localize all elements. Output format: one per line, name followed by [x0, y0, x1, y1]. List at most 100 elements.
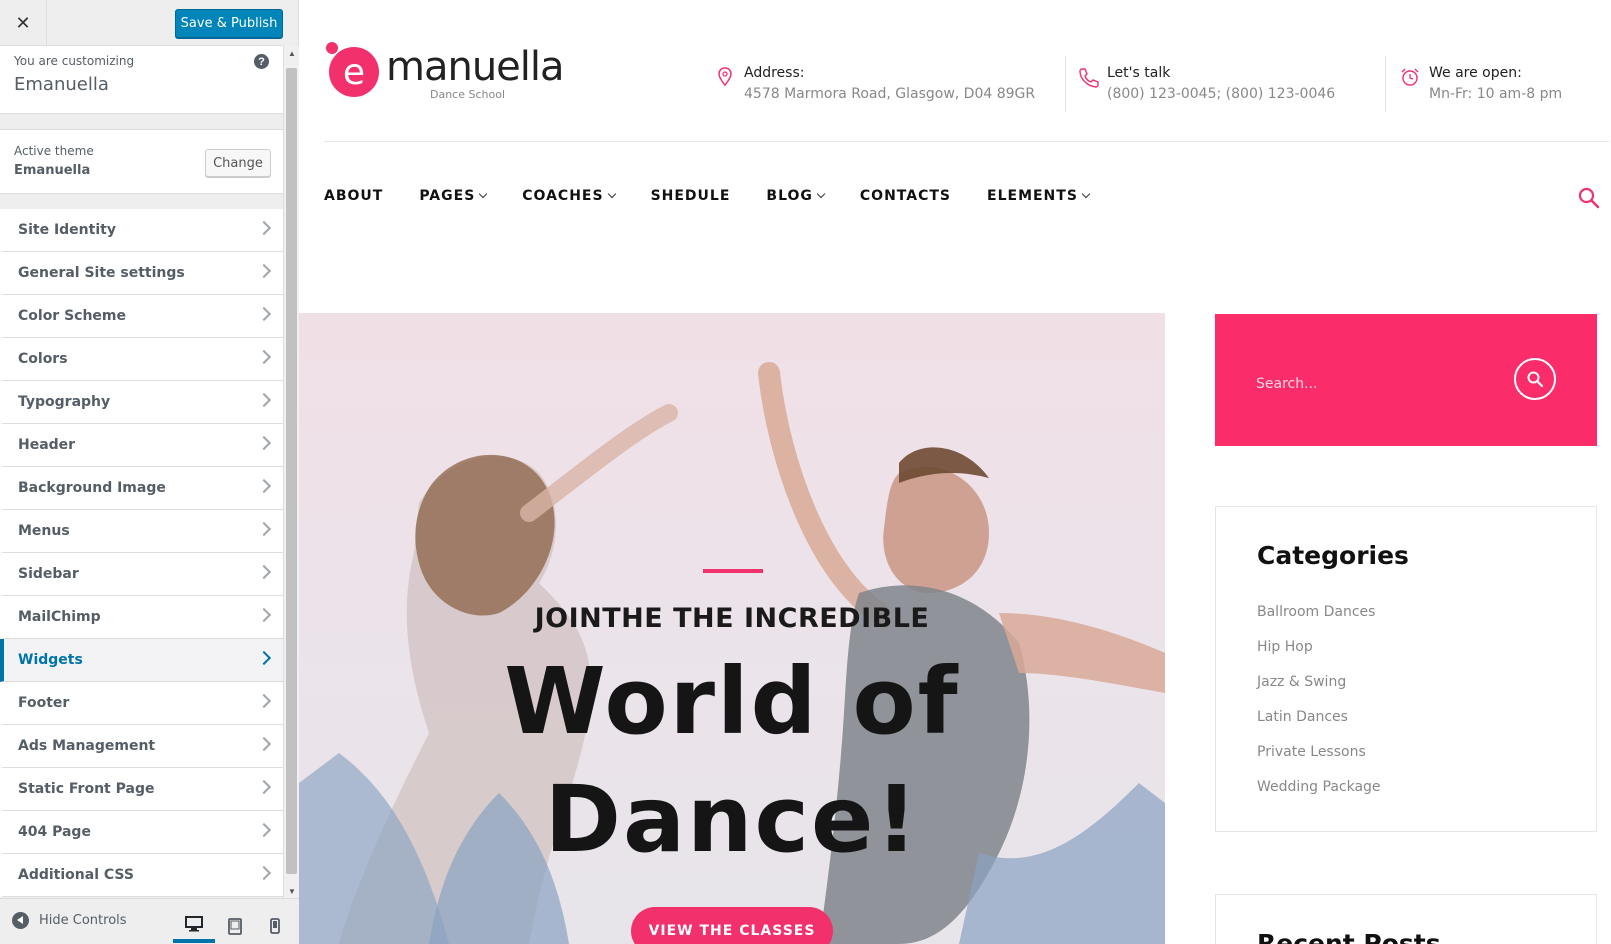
- panel-ads-management[interactable]: Ads Management: [0, 725, 283, 768]
- panel-footer[interactable]: Footer: [0, 682, 283, 725]
- chevron-right-icon: [256, 263, 272, 279]
- chevron-right-icon: [256, 521, 272, 537]
- category-link[interactable]: Ballroom Dances: [1257, 603, 1381, 638]
- customizer-panel-list: Site Identity General Site settings Colo…: [0, 209, 283, 897]
- panel-general-site-settings[interactable]: General Site settings: [0, 252, 283, 295]
- chevron-right-icon: [256, 779, 272, 795]
- logo-name: manuella: [386, 44, 565, 90]
- chevron-right-icon: [256, 392, 272, 408]
- scrollbar-thumb[interactable]: [286, 68, 297, 874]
- customizer-scrollbar[interactable]: ▲ ▼: [283, 46, 299, 898]
- scroll-down-arrow-icon[interactable]: ▼: [284, 884, 300, 898]
- category-link[interactable]: Private Lessons: [1257, 743, 1381, 778]
- chevron-right-icon: [256, 564, 272, 580]
- category-link[interactable]: Latin Dances: [1257, 708, 1381, 743]
- nav-item-about[interactable]: ABOUT: [324, 188, 383, 204]
- customizing-label: You are customizing: [14, 54, 135, 68]
- panel-mailchimp[interactable]: MailChimp: [0, 596, 283, 639]
- address-label: Address:: [744, 65, 805, 81]
- chevron-right-icon: [256, 650, 272, 666]
- phone-value: (800) 123-0045; (800) 123-0046: [1107, 86, 1336, 102]
- close-icon: ✕: [15, 12, 31, 34]
- customizer-sidebar: ✕ Save & Publish You are customizing Ema…: [0, 0, 299, 944]
- panel-widgets[interactable]: Widgets: [0, 639, 283, 682]
- chevron-right-icon: [256, 693, 272, 709]
- site-logo[interactable]: e manuella Dance School: [324, 40, 584, 110]
- mobile-icon: [270, 918, 280, 934]
- header-divider-line: [324, 141, 1609, 142]
- collapse-left-icon: [12, 912, 29, 929]
- change-theme-button[interactable]: Change: [205, 149, 271, 177]
- help-icon[interactable]: ?: [254, 54, 269, 69]
- header-divider: [1065, 56, 1066, 112]
- panel-colors[interactable]: Colors: [0, 338, 283, 381]
- chevron-right-icon: [256, 607, 272, 623]
- panel-typography[interactable]: Typography: [0, 381, 283, 424]
- phone-icon: [1079, 68, 1099, 88]
- nav-item-elements[interactable]: ELEMENTS: [987, 188, 1091, 204]
- panel-header[interactable]: Header: [0, 424, 283, 467]
- preview-mobile-button[interactable]: [254, 909, 296, 943]
- panel-menus[interactable]: Menus: [0, 510, 283, 553]
- logo-letter: e: [343, 52, 365, 93]
- logo-tagline: Dance School: [430, 88, 506, 101]
- panel-background-image[interactable]: Background Image: [0, 467, 283, 510]
- hero-title-line2: Dance!: [544, 766, 920, 873]
- chevron-right-icon: [256, 306, 272, 322]
- category-link[interactable]: Jazz & Swing: [1257, 673, 1381, 708]
- chevron-right-icon: [256, 822, 272, 838]
- preview-desktop-button[interactable]: [173, 909, 215, 943]
- scroll-up-arrow-icon[interactable]: ▲: [284, 46, 300, 60]
- alarm-clock-icon: [1401, 68, 1419, 86]
- chevron-right-icon: [256, 478, 272, 494]
- chevron-down-icon: [1081, 189, 1091, 199]
- panel-site-identity[interactable]: Site Identity: [0, 209, 283, 252]
- chevron-right-icon: [256, 349, 272, 365]
- hide-controls-button[interactable]: Hide Controls: [12, 912, 127, 929]
- panel-color-scheme[interactable]: Color Scheme: [0, 295, 283, 338]
- panel-additional-css[interactable]: Additional CSS: [0, 854, 283, 897]
- customizer-header: ✕ Save & Publish: [0, 0, 283, 46]
- logo-mark-icon: e: [326, 42, 379, 97]
- hide-controls-label: Hide Controls: [39, 913, 127, 928]
- main-navigation: ABOUT PAGES COACHES SHEDULE BLOG CONTACT…: [324, 188, 1125, 204]
- nav-item-pages[interactable]: PAGES: [419, 188, 488, 204]
- save-publish-button[interactable]: Save & Publish: [175, 9, 283, 38]
- nav-item-coaches[interactable]: COACHES: [522, 188, 616, 204]
- category-link[interactable]: Wedding Package: [1257, 778, 1381, 813]
- search-icon: [1527, 371, 1544, 388]
- category-link[interactable]: Hip Hop: [1257, 638, 1381, 673]
- search-icon[interactable]: [1577, 186, 1601, 210]
- panel-404-page[interactable]: 404 Page: [0, 811, 283, 854]
- hero-kicker: JOINTHE THE INCREDIBLE: [534, 603, 930, 634]
- panel-sidebar[interactable]: Sidebar: [0, 553, 283, 596]
- chevron-down-icon: [816, 189, 826, 199]
- categories-widget: Categories Ballroom Dances Hip Hop Jazz …: [1215, 506, 1597, 832]
- chevron-down-icon: [479, 189, 488, 199]
- chevron-down-icon: [607, 189, 616, 199]
- hours-value: Mn-Fr: 10 am-8 pm: [1429, 86, 1563, 102]
- hero-section: JOINTHE THE INCREDIBLE World of Dance! V…: [299, 313, 1165, 944]
- close-customizer-button[interactable]: ✕: [0, 0, 47, 46]
- chevron-right-icon: [256, 435, 272, 451]
- site-title: Emanuella: [14, 74, 109, 95]
- recent-posts-title: Recent Posts: [1257, 929, 1441, 944]
- customizer-footer: Hide Controls: [0, 898, 299, 944]
- preview-tablet-button[interactable]: [214, 909, 256, 943]
- phone-label: Let's talk: [1107, 65, 1171, 81]
- hero-title: World of Dance!: [439, 643, 1025, 879]
- search-input[interactable]: Search...: [1256, 376, 1317, 392]
- tablet-icon: [228, 917, 242, 935]
- hero-title-line1: World of: [504, 648, 960, 755]
- map-pin-icon: [718, 67, 732, 87]
- panel-static-front-page[interactable]: Static Front Page: [0, 768, 283, 811]
- chevron-right-icon: [256, 865, 272, 881]
- nav-item-contacts[interactable]: CONTACTS: [860, 188, 951, 204]
- view-classes-button[interactable]: VIEW THE CLASSES: [631, 907, 833, 944]
- nav-item-blog[interactable]: BLOG: [766, 188, 826, 204]
- categories-list: Ballroom Dances Hip Hop Jazz & Swing Lat…: [1257, 603, 1381, 813]
- chevron-right-icon: [256, 736, 272, 752]
- nav-item-shedule[interactable]: SHEDULE: [651, 188, 731, 204]
- search-submit-button[interactable]: [1514, 358, 1556, 400]
- chevron-right-icon: [256, 220, 272, 236]
